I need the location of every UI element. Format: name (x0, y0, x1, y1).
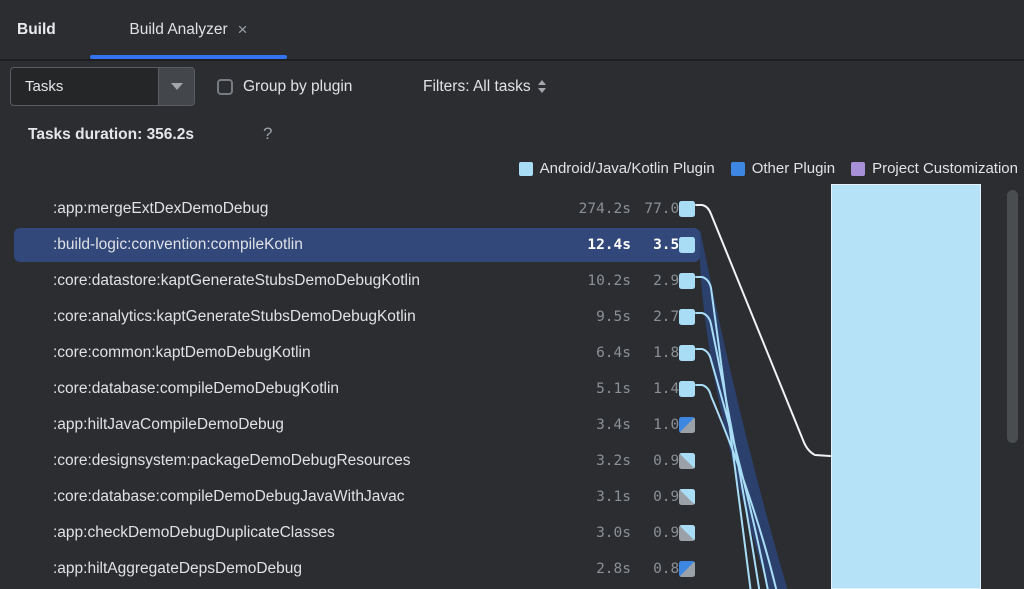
plugin-legend: Android/Java/Kotlin Plugin Other Plugin Pr… (519, 160, 1018, 177)
task-plugin-icon (679, 273, 695, 289)
task-row[interactable]: :app:hiltJavaCompileDemoDebug3.4s1.0% (0, 407, 1024, 443)
filters-control[interactable]: Filters: All tasks (423, 67, 546, 106)
task-row[interactable]: :core:designsystem:packageDemoDebugResou… (0, 443, 1024, 479)
task-percent: 1.8% (600, 335, 688, 371)
task-name: :core:database:compileDemoDebugKotlin (53, 371, 339, 407)
task-name: :core:designsystem:packageDemoDebugResou… (53, 443, 411, 479)
legend-label: Other Plugin (752, 160, 835, 177)
task-name: :core:analytics:kaptGenerateStubsDemoDeb… (53, 299, 416, 335)
tab-bar: Build Build Analyzer × (0, 0, 1024, 59)
task-name: :build-logic:convention:compileKotlin (53, 227, 303, 263)
task-percent: 2.9% (600, 263, 688, 299)
legend-swatch-icon (731, 162, 745, 176)
legend-label: Project Customization (872, 160, 1018, 177)
legend-label: Android/Java/Kotlin Plugin (540, 160, 715, 177)
task-row[interactable]: :core:common:kaptDemoDebugKotlin6.4s1.8% (0, 335, 1024, 371)
task-name: :app:checkDemoDebugDuplicateClasses (53, 515, 335, 551)
task-plugin-icon (679, 381, 695, 397)
legend-swatch-icon (851, 162, 865, 176)
task-row[interactable]: :core:database:compileDemoDebugJavaWithJ… (0, 479, 1024, 515)
legend-item: Project Customization (851, 160, 1018, 177)
help-icon[interactable]: ? (263, 124, 272, 144)
dropdown-arrow-zone[interactable] (158, 68, 194, 105)
task-row[interactable]: :core:datastore:kaptGenerateStubsDemoDeb… (0, 263, 1024, 299)
task-plugin-icon (679, 201, 695, 217)
task-row[interactable]: :build-logic:convention:compileKotlin12.… (0, 227, 1024, 263)
vertical-scrollbar-thumb[interactable] (1007, 190, 1018, 443)
tool-window-title-build[interactable]: Build (17, 0, 56, 59)
task-plugin-icon (679, 489, 695, 505)
tab-build-analyzer-label: Build Analyzer (129, 21, 227, 39)
tasks-duration-title: Tasks duration: 356.2s (28, 126, 194, 144)
task-percent: 0.9% (600, 443, 688, 479)
build-analyzer-window: Build Build Analyzer × Tasks Group by pl… (0, 0, 1024, 589)
filters-label: Filters: All tasks (423, 78, 531, 96)
task-plugin-icon (679, 345, 695, 361)
task-name: :core:database:compileDemoDebugJavaWithJ… (53, 479, 405, 515)
group-by-plugin-checkbox[interactable] (217, 79, 233, 95)
task-percent: 1.0% (600, 407, 688, 443)
task-percent: 2.7% (600, 299, 688, 335)
task-plugin-icon (679, 237, 695, 253)
tab-build-analyzer[interactable]: Build Analyzer × (90, 0, 287, 59)
task-percent: 1.4% (600, 371, 688, 407)
task-row[interactable]: :core:database:compileDemoDebugKotlin5.1… (0, 371, 1024, 407)
tabbar-separator (0, 59, 1024, 61)
task-row[interactable]: :app:hiltAggregateDepsDemoDebug2.8s0.8% (0, 551, 1024, 587)
task-plugin-icon (679, 561, 695, 577)
task-row[interactable]: :app:mergeExtDexDemoDebug274.2s77.0% (0, 191, 1024, 227)
task-plugin-icon (679, 525, 695, 541)
task-percent: 77.0% (600, 191, 688, 227)
task-percent: 0.9% (600, 515, 688, 551)
task-row[interactable]: :core:analytics:kaptGenerateStubsDemoDeb… (0, 299, 1024, 335)
task-list: :app:mergeExtDexDemoDebug274.2s77.0%:bui… (0, 191, 1024, 587)
task-percent: 3.5% (600, 227, 688, 263)
task-plugin-icon (679, 309, 695, 325)
task-name: :app:hiltJavaCompileDemoDebug (53, 407, 284, 443)
legend-swatch-icon (519, 162, 533, 176)
chevron-down-icon (171, 83, 183, 90)
task-plugin-icon (679, 453, 695, 469)
task-percent: 0.9% (600, 479, 688, 515)
task-name: :app:hiltAggregateDepsDemoDebug (53, 551, 302, 587)
close-icon[interactable]: × (238, 21, 248, 38)
task-name: :core:datastore:kaptGenerateStubsDemoDeb… (53, 263, 420, 299)
task-name: :core:common:kaptDemoDebugKotlin (53, 335, 311, 371)
legend-item: Android/Java/Kotlin Plugin (519, 160, 715, 177)
task-row[interactable]: :app:checkDemoDebugDuplicateClasses3.0s0… (0, 515, 1024, 551)
legend-item: Other Plugin (731, 160, 835, 177)
task-plugin-icon (679, 417, 695, 433)
group-by-plugin-label[interactable]: Group by plugin (243, 67, 352, 106)
sort-updown-icon (538, 80, 546, 93)
task-percent: 0.8% (600, 551, 688, 587)
task-name: :app:mergeExtDexDemoDebug (53, 191, 268, 227)
view-selector-value: Tasks (25, 68, 63, 105)
view-selector-dropdown[interactable]: Tasks (10, 67, 195, 106)
